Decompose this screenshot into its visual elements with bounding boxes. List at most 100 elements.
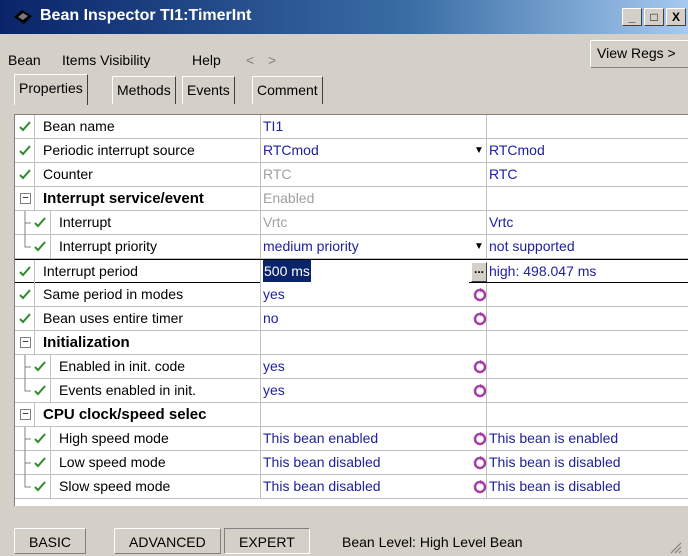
group-name: Interrupt service/event <box>35 187 261 211</box>
property-info: Vrtc <box>489 214 514 230</box>
menu-bean[interactable]: Bean <box>8 52 41 68</box>
property-row[interactable]: Bean name TI1 <box>15 115 688 139</box>
tree-line <box>24 355 31 379</box>
toggle-cycle-icon[interactable] <box>473 432 487 446</box>
property-value[interactable]: yes <box>261 283 487 307</box>
toggle-cycle-icon[interactable] <box>473 360 487 374</box>
property-name: Periodic interrupt source <box>35 139 261 163</box>
property-row[interactable]: Same period in modes yes <box>15 283 688 307</box>
row-gutter: − <box>15 331 35 355</box>
property-name: Enabled in init. code <box>35 355 261 379</box>
check-icon <box>19 169 31 180</box>
tab-methods[interactable]: Methods <box>112 76 176 104</box>
ellipsis-button[interactable]: ... <box>471 262 487 282</box>
minimize-button[interactable]: _ <box>622 8 642 26</box>
property-value[interactable]: medium priority <box>261 235 487 259</box>
group-row[interactable]: − CPU clock/speed selec <box>15 403 688 427</box>
dropdown-arrow-icon[interactable]: ▼ <box>471 141 487 161</box>
check-icon <box>19 145 31 156</box>
tab-events[interactable]: Events <box>182 76 235 104</box>
property-row[interactable]: High speed mode This bean enabled This b… <box>15 427 688 451</box>
property-name: Interrupt period <box>35 260 261 284</box>
property-value[interactable]: no <box>261 307 487 331</box>
property-name: High speed mode <box>35 427 261 451</box>
property-value <box>261 331 487 355</box>
back-arrow-icon[interactable]: < <box>246 52 254 68</box>
check-icon <box>19 313 31 324</box>
property-info <box>487 307 688 331</box>
property-value[interactable]: TI1 <box>261 115 487 139</box>
property-row[interactable]: Periodic interrupt source RTCmod ▼ RTCmo… <box>15 139 688 163</box>
property-row[interactable]: Interrupt priority medium priority ▼ not… <box>15 235 688 259</box>
menu-help[interactable]: Help <box>192 52 221 68</box>
toggle-cycle-icon[interactable] <box>473 480 487 494</box>
property-value[interactable]: This bean enabled <box>261 427 487 451</box>
interrupt-period-input[interactable]: 500 ms <box>261 260 469 284</box>
property-row[interactable]: Slow speed mode This bean disabled This … <box>15 475 688 499</box>
dropdown-arrow-icon[interactable]: ▼ <box>471 237 487 257</box>
property-value[interactable]: This bean disabled <box>261 451 487 475</box>
property-row[interactable]: Counter RTC RTC <box>15 163 688 187</box>
menu-items-visibility[interactable]: Items Visibility <box>62 52 150 68</box>
view-regs-button[interactable]: View Regs > <box>590 40 688 68</box>
check-icon <box>19 289 31 300</box>
property-name: Counter <box>35 163 261 187</box>
row-gutter <box>15 307 35 331</box>
property-info: high: 498.047 ms <box>489 263 597 279</box>
property-name: Bean name <box>35 115 261 139</box>
close-button[interactable]: X <box>666 8 686 26</box>
toggle-cycle-icon[interactable] <box>473 312 487 326</box>
property-info: This bean is disabled <box>489 454 621 470</box>
expert-button[interactable]: EXPERT <box>224 528 310 554</box>
property-row-selected[interactable]: Interrupt period 500 ms ... high: 498.04… <box>15 259 688 284</box>
tree-line <box>24 427 31 451</box>
forward-arrow-icon[interactable]: > <box>268 52 276 68</box>
toggle-cycle-icon[interactable] <box>473 384 487 398</box>
group-row[interactable]: − Initialization <box>15 331 688 355</box>
property-row[interactable]: Enabled in init. code yes <box>15 355 688 379</box>
property-value[interactable]: This bean disabled <box>261 475 487 499</box>
property-value: Vrtc <box>261 211 487 235</box>
tab-properties-label: Properties <box>19 80 83 96</box>
window-title: Bean Inspector TI1:TimerInt <box>40 7 252 24</box>
property-name: Bean uses entire timer <box>35 307 261 331</box>
bean-level-label: Bean Level: High Level Bean <box>342 534 523 550</box>
property-info: RTC <box>489 166 518 182</box>
property-row[interactable]: Events enabled in init. yes <box>15 379 688 403</box>
resize-grip-icon[interactable] <box>668 540 682 554</box>
collapse-icon[interactable]: − <box>20 337 31 348</box>
property-info: This bean is disabled <box>489 478 621 494</box>
basic-button[interactable]: BASIC <box>14 528 87 554</box>
row-gutter <box>15 283 35 307</box>
toggle-cycle-icon[interactable] <box>473 456 487 470</box>
property-info <box>487 379 688 403</box>
status-bar: BASIC ADVANCED EXPERT Bean Level: High L… <box>14 524 688 554</box>
property-info <box>487 283 688 307</box>
collapse-icon[interactable]: − <box>20 409 31 420</box>
collapse-icon[interactable]: − <box>20 193 31 204</box>
group-row[interactable]: − Interrupt service/event Enabled <box>15 187 688 211</box>
tab-comment[interactable]: Comment <box>252 76 323 104</box>
property-value: Enabled <box>261 187 487 211</box>
property-grid: Bean name TI1 Periodic interrupt source … <box>14 114 688 506</box>
tab-properties[interactable]: Properties <box>14 74 88 105</box>
maximize-button[interactable]: □ <box>644 8 664 26</box>
tab-methods-label: Methods <box>117 82 171 98</box>
property-info <box>487 115 688 139</box>
title-bar: Bean Inspector TI1:TimerInt _ □ X <box>0 0 688 34</box>
row-gutter <box>15 260 35 284</box>
tree-line <box>24 211 31 235</box>
property-row[interactable]: Bean uses entire timer no <box>15 307 688 331</box>
row-gutter <box>15 139 35 163</box>
row-gutter: − <box>15 187 35 211</box>
property-value[interactable]: yes <box>261 355 487 379</box>
property-value[interactable]: RTCmod <box>261 139 487 163</box>
check-icon <box>19 266 31 277</box>
property-info: not supported <box>489 238 575 254</box>
property-row[interactable]: Low speed mode This bean disabled This b… <box>15 451 688 475</box>
tab-events-label: Events <box>187 82 230 98</box>
toggle-cycle-icon[interactable] <box>473 288 487 302</box>
advanced-button[interactable]: ADVANCED <box>114 528 221 554</box>
property-row[interactable]: Interrupt Vrtc Vrtc <box>15 211 688 235</box>
property-value[interactable]: yes <box>261 379 487 403</box>
